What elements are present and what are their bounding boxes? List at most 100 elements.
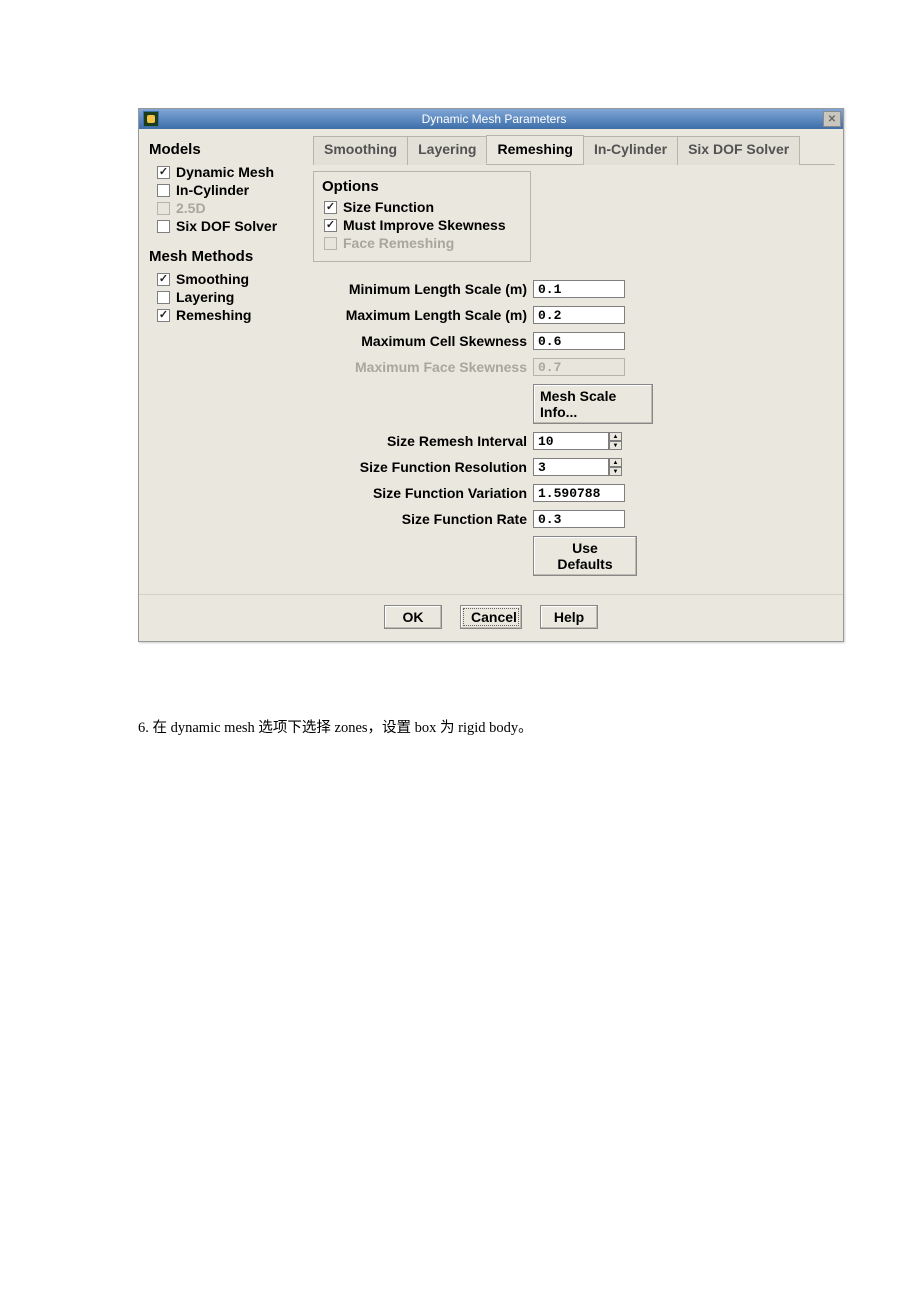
- checkbox-must-improve[interactable]: ✓: [324, 219, 337, 232]
- max-cell-skew-label: Maximum Cell Skewness: [317, 333, 533, 349]
- tabs: Smoothing Layering Remeshing In-Cylinder…: [313, 135, 835, 165]
- tab-smoothing[interactable]: Smoothing: [313, 136, 408, 165]
- size-remesh-interval-spin: ▲ ▼: [533, 432, 622, 450]
- bottom-button-bar: OK Cancel Help: [139, 594, 843, 641]
- use-defaults-button[interactable]: Use Defaults: [533, 536, 637, 576]
- checkbox-layering[interactable]: [157, 291, 170, 304]
- checkbox-dynamic-mesh[interactable]: ✓: [157, 166, 170, 179]
- method-layering-label: Layering: [176, 289, 234, 305]
- option-must-improve[interactable]: ✓ Must Improve Skewness: [324, 217, 522, 233]
- row-max-face-skew: Maximum Face Skewness: [317, 358, 831, 376]
- spacer: [317, 536, 533, 576]
- model-in-cylinder[interactable]: In-Cylinder: [157, 182, 303, 198]
- size-remesh-interval-label: Size Remesh Interval: [317, 433, 533, 449]
- model-2-5d: 2.5D: [157, 200, 303, 216]
- size-func-var-label: Size Function Variation: [317, 485, 533, 501]
- checkmark-icon: ✓: [159, 167, 168, 177]
- checkmark-icon: ✓: [159, 274, 168, 284]
- spin-buttons: ▲ ▼: [609, 432, 622, 450]
- row-min-length: Minimum Length Scale (m): [317, 280, 831, 298]
- size-remesh-interval-input[interactable]: [533, 432, 609, 450]
- option-size-function-label: Size Function: [343, 199, 434, 215]
- spin-up-button[interactable]: ▲: [609, 432, 622, 441]
- row-size-remesh-interval: Size Remesh Interval ▲ ▼: [317, 432, 831, 450]
- close-icon: ✕: [828, 114, 836, 125]
- app-icon-inner: [147, 115, 155, 123]
- spin-down-button[interactable]: ▼: [609, 441, 622, 450]
- triangle-down-icon: ▼: [613, 469, 619, 475]
- option-must-improve-label: Must Improve Skewness: [343, 217, 506, 233]
- dialog-title: Dynamic Mesh Parameters: [165, 112, 823, 126]
- max-face-skew-label: Maximum Face Skewness: [317, 359, 533, 375]
- checkmark-icon: ✓: [159, 310, 168, 320]
- spin-up-button[interactable]: ▲: [609, 458, 622, 467]
- method-remeshing[interactable]: ✓ Remeshing: [157, 307, 303, 323]
- row-mesh-scale-info: Mesh Scale Info...: [317, 384, 831, 424]
- checkmark-icon: ✓: [326, 220, 335, 230]
- method-remeshing-label: Remeshing: [176, 307, 251, 323]
- mesh-scale-info-button[interactable]: Mesh Scale Info...: [533, 384, 653, 424]
- row-max-length: Maximum Length Scale (m): [317, 306, 831, 324]
- dialog-body: Models ✓ Dynamic Mesh In-Cylinder 2.5D S…: [139, 129, 843, 586]
- checkbox-2-5d: [157, 202, 170, 215]
- method-layering[interactable]: Layering: [157, 289, 303, 305]
- min-length-input[interactable]: [533, 280, 625, 298]
- checkbox-six-dof[interactable]: [157, 220, 170, 233]
- option-size-function[interactable]: ✓ Size Function: [324, 199, 522, 215]
- model-2-5d-label: 2.5D: [176, 200, 206, 216]
- main-panel: Smoothing Layering Remeshing In-Cylinder…: [309, 133, 839, 582]
- row-max-cell-skew: Maximum Cell Skewness: [317, 332, 831, 350]
- tab-six-dof[interactable]: Six DOF Solver: [677, 136, 800, 165]
- checkbox-in-cylinder[interactable]: [157, 184, 170, 197]
- triangle-down-icon: ▼: [613, 443, 619, 449]
- row-size-func-rate: Size Function Rate: [317, 510, 831, 528]
- options-title: Options: [322, 178, 522, 195]
- model-dynamic-mesh[interactable]: ✓ Dynamic Mesh: [157, 164, 303, 180]
- max-length-input[interactable]: [533, 306, 625, 324]
- checkmark-icon: ✓: [326, 202, 335, 212]
- row-use-defaults: Use Defaults: [317, 536, 831, 576]
- page-root: Dynamic Mesh Parameters ✕ Models ✓ Dynam…: [0, 0, 920, 797]
- checkbox-remeshing[interactable]: ✓: [157, 309, 170, 322]
- method-smoothing-label: Smoothing: [176, 271, 249, 287]
- tab-in-cylinder[interactable]: In-Cylinder: [583, 136, 678, 165]
- help-button[interactable]: Help: [540, 605, 598, 629]
- model-six-dof-label: Six DOF Solver: [176, 218, 277, 234]
- option-face-remeshing: Face Remeshing: [324, 235, 522, 251]
- min-length-label: Minimum Length Scale (m): [317, 281, 533, 297]
- spin-down-button[interactable]: ▼: [609, 467, 622, 476]
- size-func-res-input[interactable]: [533, 458, 609, 476]
- spacer: [317, 384, 533, 424]
- row-size-func-res: Size Function Resolution ▲ ▼: [317, 458, 831, 476]
- size-func-var-input[interactable]: [533, 484, 625, 502]
- row-size-func-var: Size Function Variation: [317, 484, 831, 502]
- size-func-rate-label: Size Function Rate: [317, 511, 533, 527]
- tab-layering[interactable]: Layering: [407, 136, 487, 165]
- model-in-cylinder-label: In-Cylinder: [176, 182, 249, 198]
- ok-button[interactable]: OK: [384, 605, 442, 629]
- close-button[interactable]: ✕: [823, 111, 841, 127]
- max-cell-skew-input[interactable]: [533, 332, 625, 350]
- checkbox-smoothing[interactable]: ✓: [157, 273, 170, 286]
- size-func-res-spin: ▲ ▼: [533, 458, 622, 476]
- method-smoothing[interactable]: ✓ Smoothing: [157, 271, 303, 287]
- titlebar: Dynamic Mesh Parameters ✕: [139, 109, 843, 129]
- form-area: Minimum Length Scale (m) Maximum Length …: [313, 262, 835, 580]
- cancel-button[interactable]: Cancel: [460, 605, 522, 629]
- checkbox-size-function[interactable]: ✓: [324, 201, 337, 214]
- size-func-rate-input[interactable]: [533, 510, 625, 528]
- spin-buttons: ▲ ▼: [609, 458, 622, 476]
- checkbox-face-remeshing: [324, 237, 337, 250]
- methods-title: Mesh Methods: [149, 248, 303, 265]
- max-length-label: Maximum Length Scale (m): [317, 307, 533, 323]
- models-title: Models: [149, 141, 303, 158]
- size-func-res-label: Size Function Resolution: [317, 459, 533, 475]
- tab-remeshing[interactable]: Remeshing: [486, 135, 583, 164]
- model-dynamic-mesh-label: Dynamic Mesh: [176, 164, 274, 180]
- triangle-up-icon: ▲: [613, 434, 619, 440]
- max-face-skew-input: [533, 358, 625, 376]
- app-icon: [143, 111, 159, 127]
- model-six-dof[interactable]: Six DOF Solver: [157, 218, 303, 234]
- option-face-remeshing-label: Face Remeshing: [343, 235, 454, 251]
- caption-text: 6. 在 dynamic mesh 选项下选择 zones，设置 box 为 r…: [138, 716, 920, 737]
